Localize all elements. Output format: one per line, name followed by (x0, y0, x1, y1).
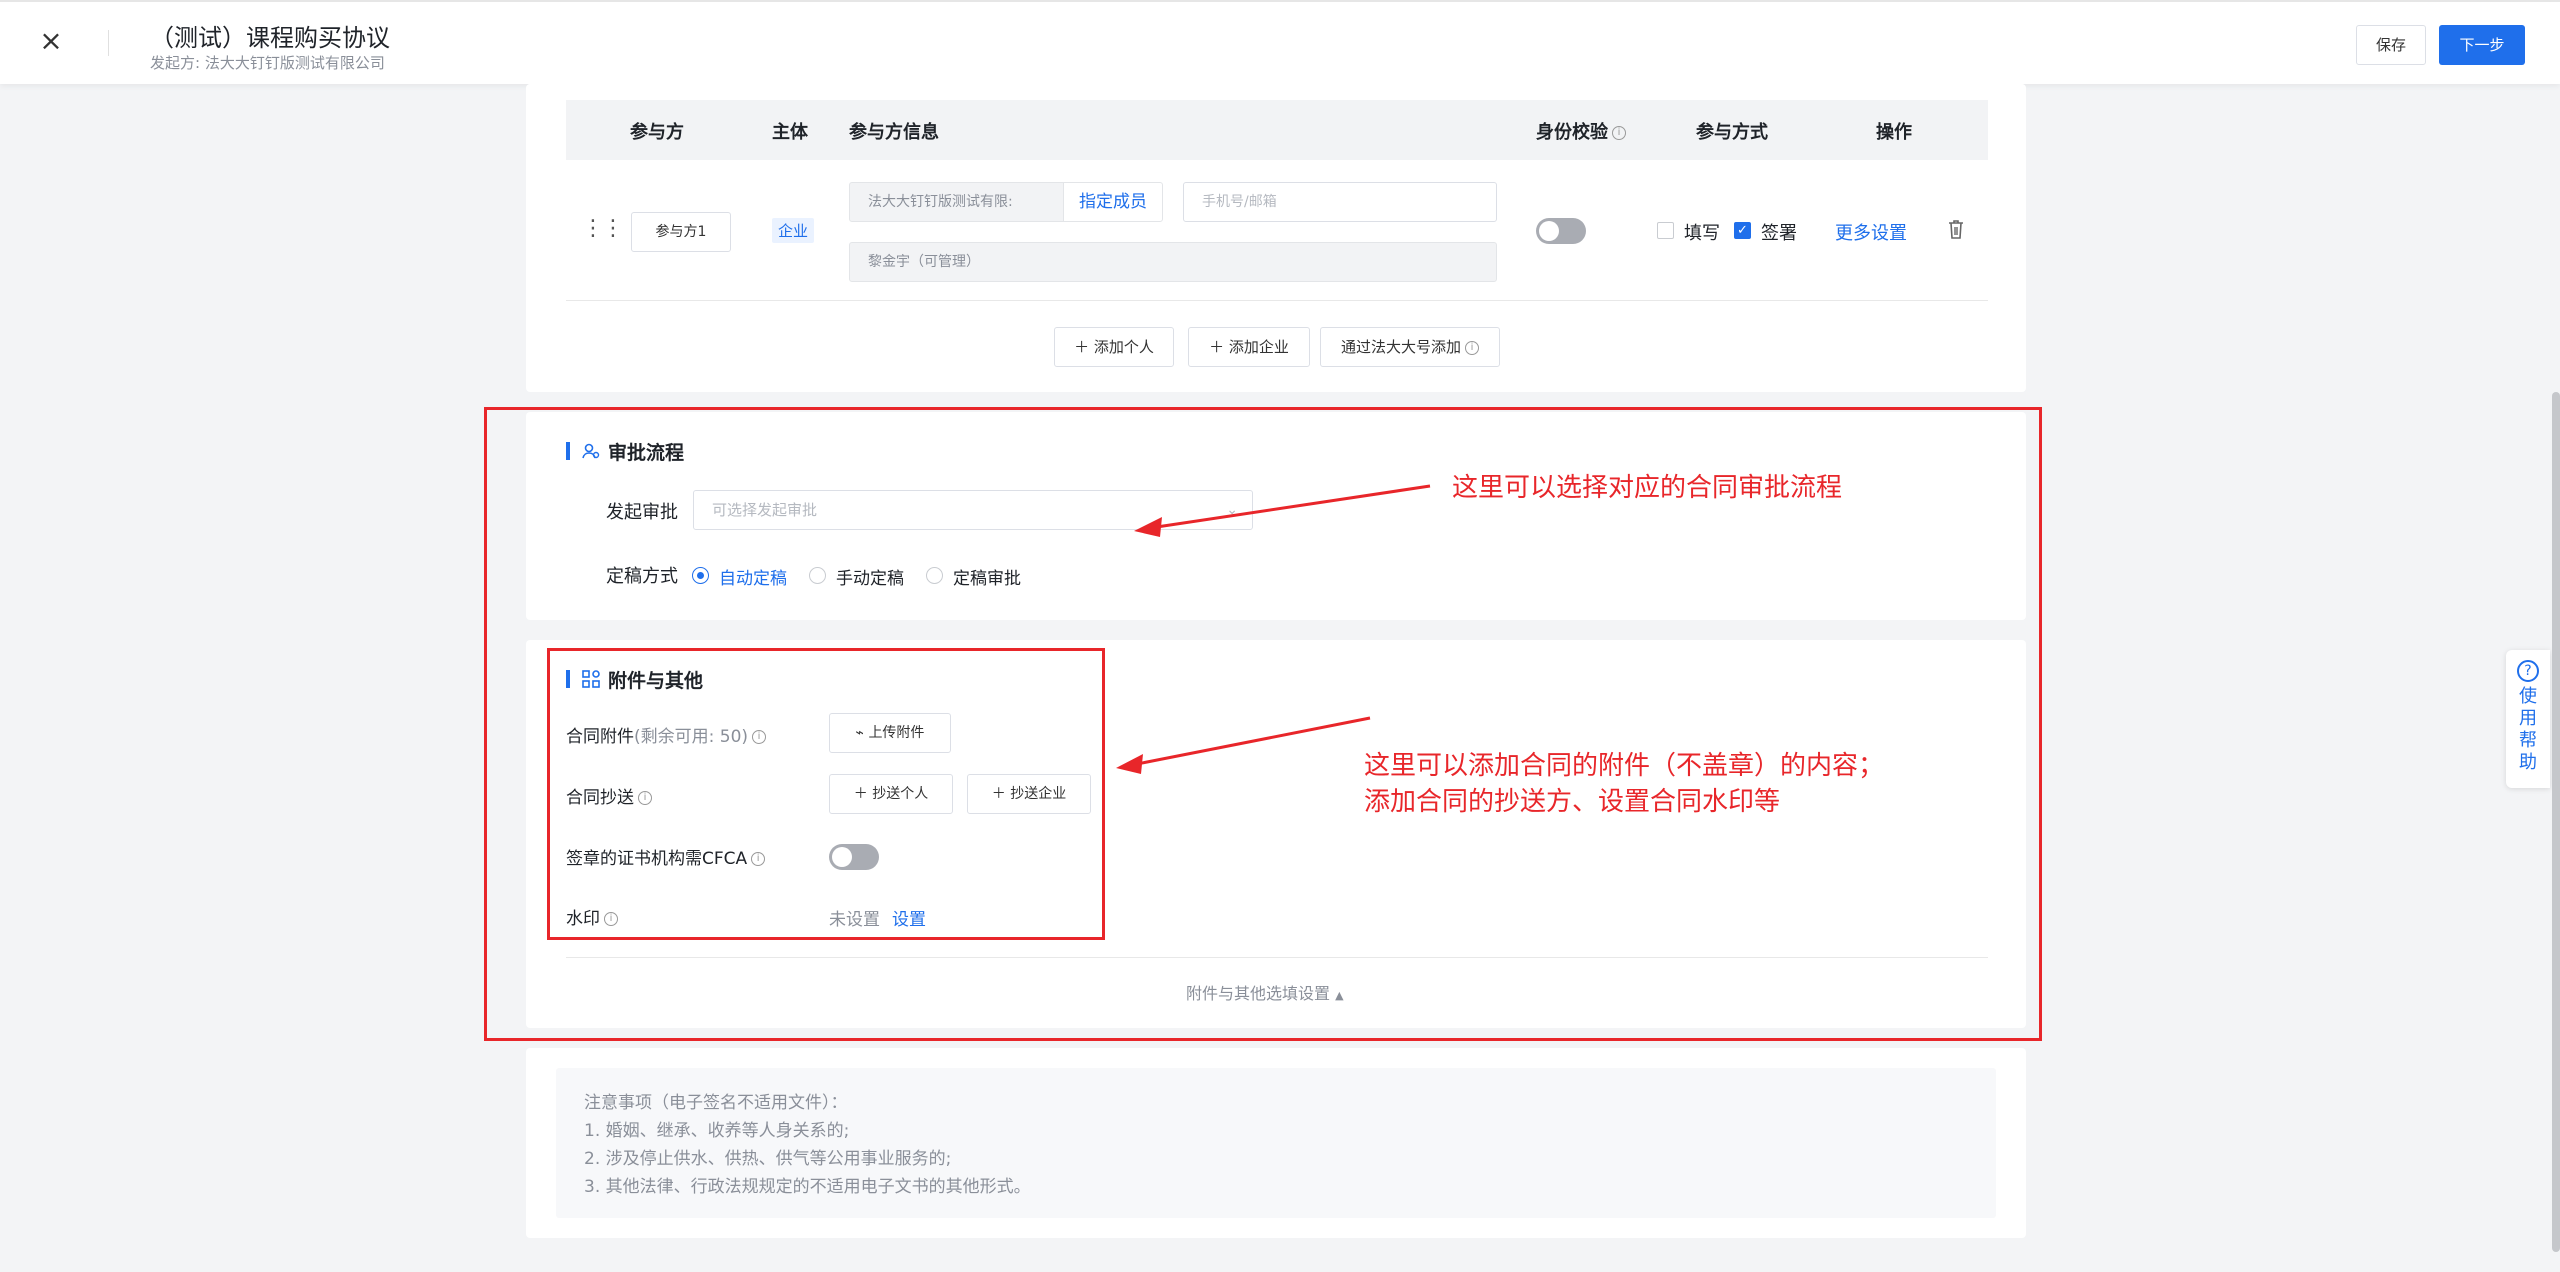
help-float-button[interactable]: ? 使用帮助 (2506, 650, 2550, 788)
help-icon: ? (2517, 660, 2539, 682)
arrowhead-icon (1134, 517, 1162, 537)
annotation-attach-text-1: 这里可以添加合同的附件（不盖章）的内容； (1364, 751, 1885, 781)
arrowhead-icon (1116, 754, 1143, 774)
scrollbar[interactable] (2552, 392, 2560, 1252)
annotation-approval-text: 这里可以选择对应的合同审批流程 (1452, 473, 1843, 503)
annotation-arrow-attachments (1131, 716, 1371, 767)
annotation-attach-text-2: 添加合同的抄送方、设置合同水印等 (1364, 787, 1781, 817)
help-label: 使用帮助 (2519, 686, 2537, 773)
annotation-arrow-approval (1149, 484, 1431, 530)
annotation-arrows (1116, 484, 1431, 774)
